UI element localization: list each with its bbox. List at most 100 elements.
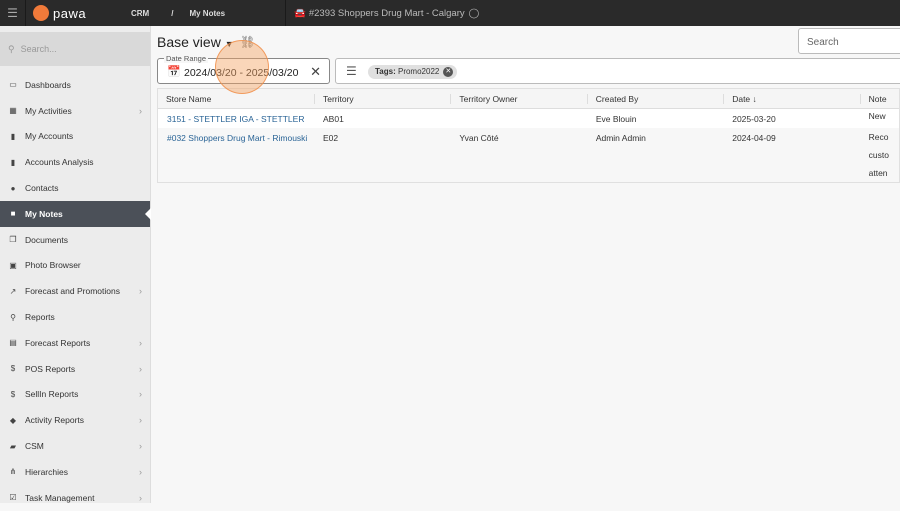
column-header[interactable]: Territory bbox=[313, 93, 450, 104]
sidebar-item-dashboards[interactable]: ▭ Dashboards bbox=[0, 72, 150, 98]
date-range-label: Date Range bbox=[164, 54, 209, 63]
chevron-right-icon: › bbox=[139, 415, 142, 426]
dollar-icon: $ bbox=[10, 364, 16, 374]
sidebar-item-label: Activity Reports bbox=[25, 415, 85, 426]
chevron-right-icon: › bbox=[139, 363, 142, 374]
sidebar-item-label: My Activities bbox=[25, 105, 72, 116]
logo[interactable]: pawa bbox=[33, 5, 123, 21]
sidebar-item-my-notes[interactable]: ■ My Notes bbox=[0, 200, 151, 227]
sidebar-item-reports[interactable]: ⚲ Reports bbox=[0, 304, 150, 330]
sidebar-item-accounts-analysis[interactable]: ▮ Accounts Analysis bbox=[0, 149, 150, 175]
sidebar-item-csm[interactable]: ▰ CSM › bbox=[0, 433, 150, 459]
tag-chip[interactable]: Tags: Promo2022 ✕ bbox=[368, 65, 458, 79]
store-link[interactable]: 3151 - STETTLER IGA - STETTLER bbox=[167, 114, 304, 124]
photo-icon: ▣ bbox=[9, 260, 17, 270]
column-header[interactable]: Created By bbox=[586, 93, 723, 104]
owner-cell: Yvan Côté bbox=[459, 133, 499, 143]
chevron-right-icon: › bbox=[139, 492, 142, 503]
sidebar-item-label: Hierarchies bbox=[25, 466, 68, 477]
book-icon: ▰ bbox=[9, 441, 17, 451]
breadcrumb-my-notes[interactable]: My Notes bbox=[189, 9, 225, 18]
dashboard-icon: ▭ bbox=[9, 80, 17, 90]
territory-cell: AB01 bbox=[323, 113, 344, 124]
sidebar-item-photo-browser[interactable]: ▣ Photo Browser bbox=[0, 253, 150, 279]
search-icon: ⚲ bbox=[10, 312, 16, 322]
territory-cell: E02 bbox=[323, 133, 339, 143]
cube-icon: ◆ bbox=[9, 415, 17, 425]
sidebar-item-sellin-reports[interactable]: $ SellIn Reports › bbox=[0, 382, 150, 408]
sidebar-item-label: Forecast Reports bbox=[25, 337, 91, 348]
column-header[interactable]: Note bbox=[859, 93, 899, 104]
refresh-icon[interactable]: ◯ bbox=[469, 8, 480, 19]
sidebar-item-contacts[interactable]: ● Contacts bbox=[0, 175, 150, 201]
sidebar-item-my-activities[interactable]: ▦ My Activities › bbox=[0, 98, 150, 124]
car-icon: 🚘 bbox=[294, 7, 306, 19]
sidebar-item-pos-reports[interactable]: $ POS Reports › bbox=[0, 356, 150, 382]
documents-icon: ❐ bbox=[9, 235, 17, 245]
chevron-right-icon: › bbox=[139, 441, 142, 452]
calendar-icon: 📅 bbox=[167, 66, 181, 78]
column-header[interactable]: Store Name bbox=[158, 94, 314, 104]
filter-bar[interactable]: ☰ Tags: Promo2022 ✕ bbox=[335, 58, 900, 84]
sidebar-item-my-accounts[interactable]: ▮ My Accounts bbox=[0, 124, 150, 150]
created-by-cell: Eve Blouin bbox=[595, 113, 637, 124]
clear-icon[interactable]: ✕ bbox=[310, 64, 321, 80]
column-header[interactable]: Date ↓ bbox=[723, 93, 859, 104]
sidebar-item-documents[interactable]: ❐ Documents bbox=[0, 227, 150, 253]
sidebar-item-label: Task Management bbox=[25, 492, 95, 503]
chip-key: Tags: bbox=[375, 67, 396, 76]
sidebar-item-label: Contacts bbox=[25, 183, 59, 194]
sidebar-item-task-management[interactable]: ☑ Task Management › bbox=[0, 485, 150, 511]
date-cell: 2025-03-20 bbox=[732, 113, 776, 124]
sidebar: ⚲ Search... ▭ Dashboards ▦ My Activities › ▮ My… bbox=[0, 26, 151, 503]
filter-icon[interactable]: ☰ bbox=[346, 64, 357, 78]
sidebar-item-forecast-reports[interactable]: ▤ Forecast Reports › bbox=[0, 330, 150, 356]
sidebar-item-label: SellIn Reports bbox=[25, 389, 79, 400]
menu-icon[interactable]: ☰ bbox=[0, 0, 26, 26]
sidebar-search[interactable]: ⚲ Search... bbox=[0, 32, 150, 66]
column-header[interactable]: Territory Owner bbox=[450, 93, 586, 104]
date-cell: 2024-04-09 bbox=[732, 133, 776, 143]
remove-chip-icon[interactable]: ✕ bbox=[443, 67, 454, 77]
hierarchy-icon: ⋔ bbox=[9, 467, 17, 477]
notes-table: Store Name Territory Territory Owner Create… bbox=[157, 88, 900, 183]
note-cell: Reco custo atten bbox=[860, 133, 899, 182]
current-store[interactable]: 🚘 #2393 Shoppers Drug Mart - Calgary ◯ bbox=[285, 0, 479, 26]
search-icon: ⚲ bbox=[8, 43, 15, 54]
chevron-right-icon: › bbox=[139, 105, 142, 116]
breadcrumb-crm[interactable]: CRM bbox=[131, 9, 149, 18]
table-header: Store Name Territory Territory Owner Create… bbox=[158, 89, 899, 109]
calendar-icon: ▦ bbox=[9, 106, 17, 116]
table-row[interactable]: 3151 - STETTLER IGA - STETTLER AB01 Eve … bbox=[158, 109, 899, 128]
sidebar-item-label: Documents bbox=[25, 234, 68, 245]
top-bar: ☰ pawa CRM / My Notes 🚘 #2393 Shoppers Dr… bbox=[0, 0, 900, 26]
sidebar-item-label: CSM bbox=[25, 441, 44, 452]
click-indicator bbox=[215, 40, 269, 94]
building-icon: ▮ bbox=[10, 157, 16, 167]
note-line: custo bbox=[868, 150, 889, 160]
note-line: atten bbox=[868, 168, 888, 178]
sidebar-item-forecast-and-promotions[interactable]: ↗ Forecast and Promotions › bbox=[0, 278, 150, 304]
breadcrumb-separator: / bbox=[171, 8, 174, 18]
table-row[interactable]: #032 Shoppers Drug Mart - Rimouski E02 Y… bbox=[158, 128, 899, 182]
store-name: #2393 Shoppers Drug Mart - Calgary bbox=[308, 7, 465, 19]
chevron-right-icon: › bbox=[139, 466, 142, 477]
logo-text: pawa bbox=[53, 5, 87, 21]
person-icon: ● bbox=[10, 183, 16, 193]
doc-icon: ▤ bbox=[9, 338, 17, 348]
view-label: Base view bbox=[157, 34, 221, 50]
sidebar-item-label: Photo Browser bbox=[25, 260, 81, 271]
search-input[interactable]: Search bbox=[798, 28, 900, 54]
sidebar-item-hierarchies[interactable]: ⋔ Hierarchies › bbox=[0, 459, 150, 485]
sidebar-item-activity-reports[interactable]: ◆ Activity Reports › bbox=[0, 407, 150, 433]
created-by-cell: Admin Admin bbox=[595, 133, 646, 143]
sidebar-item-label: Accounts Analysis bbox=[25, 157, 94, 168]
note-icon: ■ bbox=[10, 209, 16, 219]
sidebar-item-label: Dashboards bbox=[25, 79, 71, 90]
dollar-icon: $ bbox=[10, 389, 16, 399]
main-content: Base view ▼ ⛓ Search Date Range 📅 2024/0… bbox=[151, 26, 900, 503]
sidebar-item-label: My Notes bbox=[25, 208, 63, 219]
note-line: Reco bbox=[868, 133, 889, 142]
sidebar-item-label: My Accounts bbox=[25, 131, 74, 142]
store-link[interactable]: #032 Shoppers Drug Mart - Rimouski bbox=[167, 133, 307, 143]
